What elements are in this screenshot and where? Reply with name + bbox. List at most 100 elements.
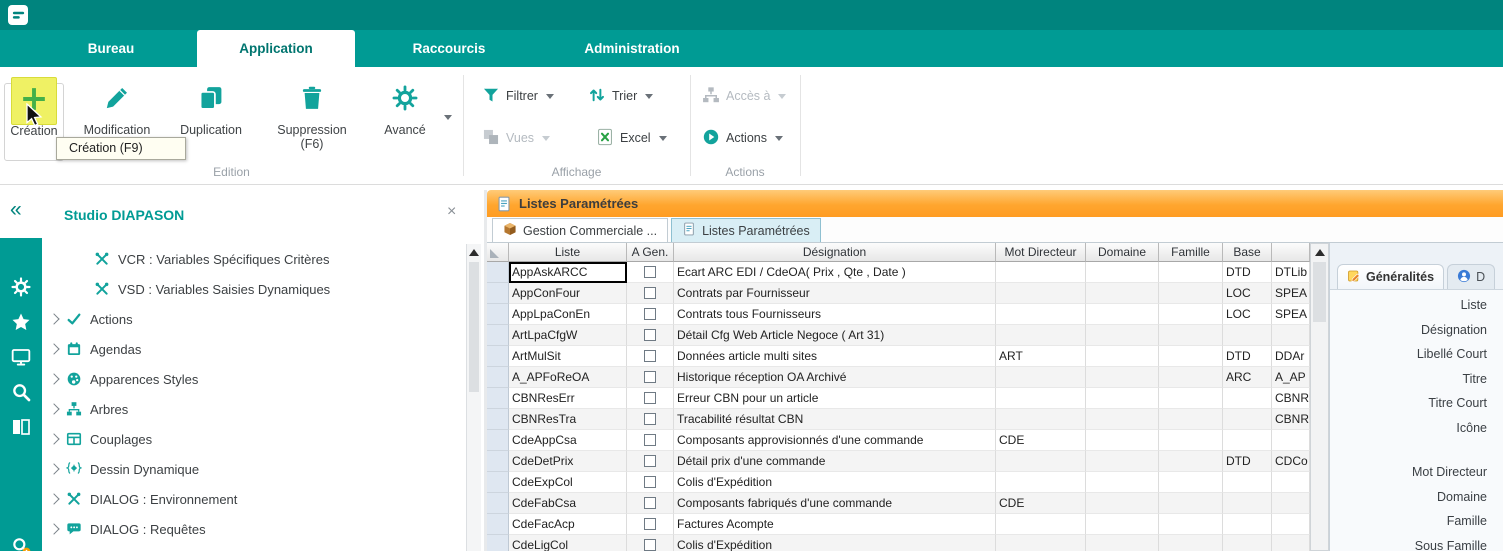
cell-mot[interactable] — [996, 262, 1086, 283]
tree-item[interactable]: Actions — [42, 304, 466, 334]
cell-designation[interactable]: Données article multi sites — [674, 346, 996, 367]
acces-a-button[interactable]: Accès à — [702, 83, 786, 109]
cell-famille[interactable] — [1159, 304, 1223, 325]
cell-famille[interactable] — [1159, 472, 1223, 493]
cell-domaine[interactable] — [1086, 493, 1159, 514]
cell-designation[interactable]: Contrats par Fournisseur — [674, 283, 996, 304]
scrollbar-thumb[interactable] — [1313, 262, 1326, 322]
table-row[interactable]: AppLpaConEnContrats tous FournisseursLOC… — [487, 304, 1310, 325]
cell-domaine[interactable] — [1086, 430, 1159, 451]
cell-designation[interactable]: Erreur CBN pour un article — [674, 388, 996, 409]
cell-liste[interactable]: ArtLpaCfgW — [509, 325, 627, 346]
column-header[interactable] — [1272, 243, 1310, 262]
chevron-right-icon[interactable] — [48, 493, 59, 504]
cell-domaine[interactable] — [1086, 367, 1159, 388]
cell-liste[interactable]: CdeAppCsa — [509, 430, 627, 451]
cell-famille[interactable] — [1159, 409, 1223, 430]
cell-mot[interactable]: CDE — [996, 430, 1086, 451]
cell-famille[interactable] — [1159, 262, 1223, 283]
checkbox[interactable] — [644, 350, 656, 362]
cell-liste[interactable]: CdeDetPrix — [509, 451, 627, 472]
chevron-right-icon[interactable] — [48, 403, 59, 414]
tree-item[interactable]: Apparences Styles — [42, 364, 466, 394]
checkbox[interactable] — [644, 329, 656, 341]
cell-base[interactable] — [1223, 409, 1272, 430]
table-row[interactable]: CBNResTraTracabilité résultat CBNCBNR — [487, 409, 1310, 430]
cell-base[interactable] — [1223, 514, 1272, 535]
table-row[interactable]: CdeExpCol Colis d'Expédition — [487, 472, 1310, 493]
cell-mot[interactable] — [996, 304, 1086, 325]
row-selector[interactable] — [487, 367, 509, 388]
cell-liste[interactable]: CdeExpCol — [509, 472, 627, 493]
checkbox[interactable] — [644, 476, 656, 488]
cell-mot[interactable] — [996, 409, 1086, 430]
cell-domaine[interactable] — [1086, 514, 1159, 535]
column-header[interactable]: Domaine — [1086, 243, 1159, 262]
cell-extra[interactable] — [1272, 514, 1310, 535]
vues-button[interactable]: Vues — [482, 125, 550, 151]
tree-item[interactable]: Agendas — [42, 334, 466, 364]
cell-extra[interactable]: CBNR — [1272, 409, 1310, 430]
cell-domaine[interactable] — [1086, 346, 1159, 367]
cell-famille[interactable] — [1159, 535, 1223, 551]
row-selector[interactable] — [487, 325, 509, 346]
avance-button[interactable]: Avancé — [374, 83, 436, 137]
cell-liste[interactable]: CdeLigCol — [509, 535, 627, 551]
cell-famille[interactable] — [1159, 325, 1223, 346]
cell-extra[interactable]: CDCo — [1272, 451, 1310, 472]
column-header[interactable]: Désignation — [674, 243, 996, 262]
cell-liste[interactable]: CBNResTra — [509, 409, 627, 430]
column-header[interactable]: A Gen. — [627, 243, 674, 262]
column-header[interactable]: Base — [1223, 243, 1272, 262]
cell-mot[interactable] — [996, 451, 1086, 472]
table-row[interactable]: CdeFabCsaComposants fabriqués d'une comm… — [487, 493, 1310, 514]
cell-designation[interactable]: Contrats tous Fournisseurs — [674, 304, 996, 325]
cell-extra[interactable] — [1272, 430, 1310, 451]
cell-extra[interactable]: SPEA — [1272, 304, 1310, 325]
cell-designation[interactable]: Colis d'Expédition — [674, 472, 996, 493]
actions-button[interactable]: Actions — [702, 125, 783, 151]
cell-domaine[interactable] — [1086, 262, 1159, 283]
row-selector[interactable] — [487, 283, 509, 304]
suppression-button[interactable]: Suppression(F6) — [258, 83, 366, 151]
cell-base[interactable]: LOC — [1223, 283, 1272, 304]
cell-base[interactable]: ARC — [1223, 367, 1272, 388]
cell-liste[interactable]: A_APFoReOA — [509, 367, 627, 388]
cell-mot[interactable] — [996, 388, 1086, 409]
table-row[interactable]: CdeAppCsaComposants approvisionnés d'une… — [487, 430, 1310, 451]
cell-a-gen[interactable] — [627, 388, 674, 409]
row-selector[interactable] — [487, 535, 509, 551]
cell-liste[interactable]: ArtMulSit — [509, 346, 627, 367]
cell-base[interactable]: LOC — [1223, 304, 1272, 325]
chevron-right-icon[interactable] — [48, 343, 59, 354]
tree-item[interactable]: Arbres — [42, 394, 466, 424]
cell-a-gen[interactable] — [627, 325, 674, 346]
cell-a-gen[interactable] — [627, 409, 674, 430]
cell-famille[interactable] — [1159, 388, 1223, 409]
scroll-up-icon[interactable] — [467, 244, 481, 260]
excel-dropdown-icon[interactable] — [659, 136, 667, 141]
column-header[interactable]: Liste — [509, 243, 627, 262]
checkbox[interactable] — [644, 413, 656, 425]
filtrer-dropdown-icon[interactable] — [546, 94, 554, 99]
cell-a-gen[interactable] — [627, 304, 674, 325]
row-selector[interactable] — [487, 304, 509, 325]
cell-mot[interactable] — [996, 283, 1086, 304]
actions-dropdown-icon[interactable] — [775, 136, 783, 141]
cell-designation[interactable]: Détail Cfg Web Article Negoce ( Art 31) — [674, 325, 996, 346]
monitor-icon[interactable] — [11, 347, 31, 367]
column-header[interactable]: Famille — [1159, 243, 1223, 262]
cell-a-gen[interactable] — [627, 346, 674, 367]
cell-famille[interactable] — [1159, 493, 1223, 514]
tab-administration[interactable]: Administration — [556, 30, 708, 67]
checkbox[interactable] — [644, 392, 656, 404]
checkbox[interactable] — [644, 539, 656, 551]
row-selector[interactable] — [487, 388, 509, 409]
scrollbar-thumb[interactable] — [469, 262, 479, 392]
tab-application[interactable]: Application — [197, 30, 355, 67]
cell-a-gen[interactable] — [627, 367, 674, 388]
cell-famille[interactable] — [1159, 283, 1223, 304]
cell-mot[interactable]: ART — [996, 346, 1086, 367]
tab-bureau[interactable]: Bureau — [58, 30, 164, 67]
cell-base[interactable]: DTD — [1223, 262, 1272, 283]
